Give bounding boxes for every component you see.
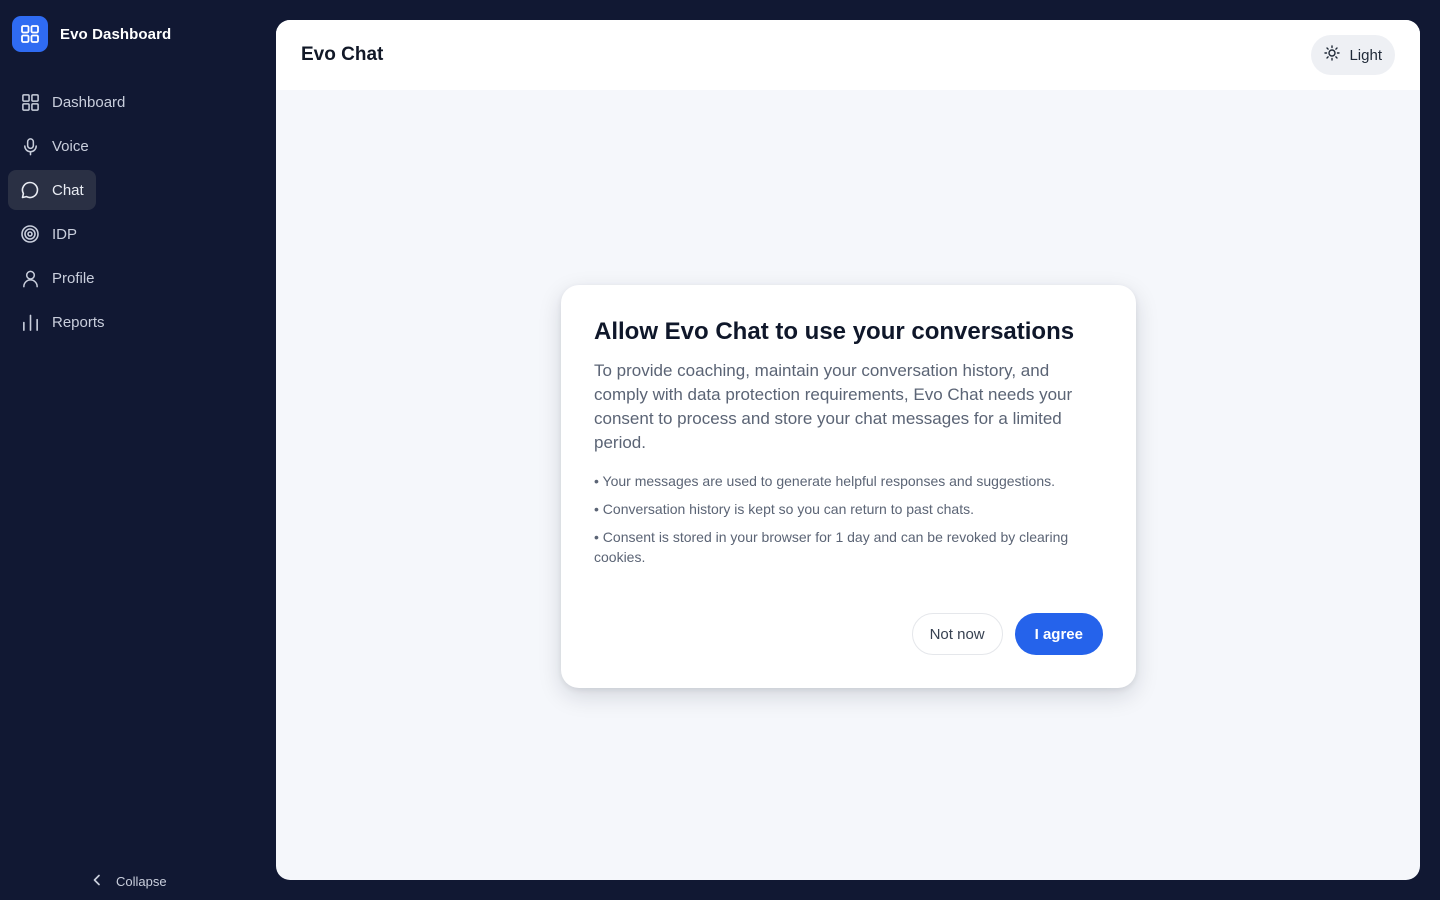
sidebar-item-label: Reports — [52, 313, 105, 331]
brand[interactable]: Evo Dashboard — [12, 16, 171, 52]
grid-icon — [12, 16, 48, 52]
sidebar-item-idp[interactable]: IDP — [8, 214, 89, 254]
list-item: • Your messages are used to generate hel… — [594, 473, 1055, 489]
list-item: • Conversation history is kept so you ca… — [594, 501, 974, 517]
collapse-label: Collapse — [116, 873, 167, 889]
sidebar-item-reports[interactable]: Reports — [8, 302, 117, 342]
not-now-button[interactable]: Not now — [911, 613, 1003, 655]
chat-bubble-icon — [20, 180, 40, 200]
dialog-bullet-list: • Your messages are used to generate hel… — [594, 471, 1103, 567]
sidebar-item-profile[interactable]: Profile — [8, 258, 107, 298]
sun-icon — [1324, 45, 1341, 65]
sidebar-item-voice[interactable]: Voice — [8, 126, 101, 166]
target-icon — [20, 224, 40, 244]
microphone-icon — [20, 136, 40, 156]
sidebar: Evo Dashboard Dashboard Voice Chat IDP P… — [0, 0, 276, 900]
agree-button[interactable]: I agree — [1014, 613, 1103, 655]
grid-icon — [20, 92, 40, 112]
sidebar-item-chat[interactable]: Chat — [8, 170, 96, 210]
main-panel: Evo Chat Light Allow Evo Chat to use you… — [276, 20, 1420, 880]
sidebar-item-label: Dashboard — [52, 93, 126, 111]
theme-toggle-button[interactable]: Light — [1311, 35, 1395, 75]
dialog-title: Allow Evo Chat to use your conversations — [594, 318, 1075, 345]
sidebar-item-label: Chat — [52, 181, 84, 199]
theme-label: Light — [1349, 46, 1382, 64]
page-header: Evo Chat Light — [276, 20, 1420, 90]
sidebar-item-label: Profile — [52, 269, 95, 287]
bar-chart-icon — [20, 312, 40, 332]
list-item: • Consent is stored in your browser for … — [594, 529, 1069, 565]
brand-title: Evo Dashboard — [60, 25, 172, 43]
sidebar-item-label: Voice — [52, 137, 89, 155]
user-icon — [20, 268, 40, 288]
dialog-description: To provide coaching, maintain your conve… — [594, 361, 1073, 452]
dialog-actions: Not now I agree — [911, 613, 1103, 655]
consent-dialog: Allow Evo Chat to use your conversations… — [561, 285, 1136, 688]
sidebar-item-label: IDP — [52, 225, 78, 243]
page-title: Evo Chat — [301, 44, 384, 65]
sidebar-item-dashboard[interactable]: Dashboard — [8, 82, 137, 122]
collapse-button[interactable]: Collapse — [90, 868, 167, 894]
sidebar-nav: Dashboard Voice Chat IDP Profile Reports — [8, 82, 268, 346]
chevron-left-icon — [90, 873, 104, 890]
